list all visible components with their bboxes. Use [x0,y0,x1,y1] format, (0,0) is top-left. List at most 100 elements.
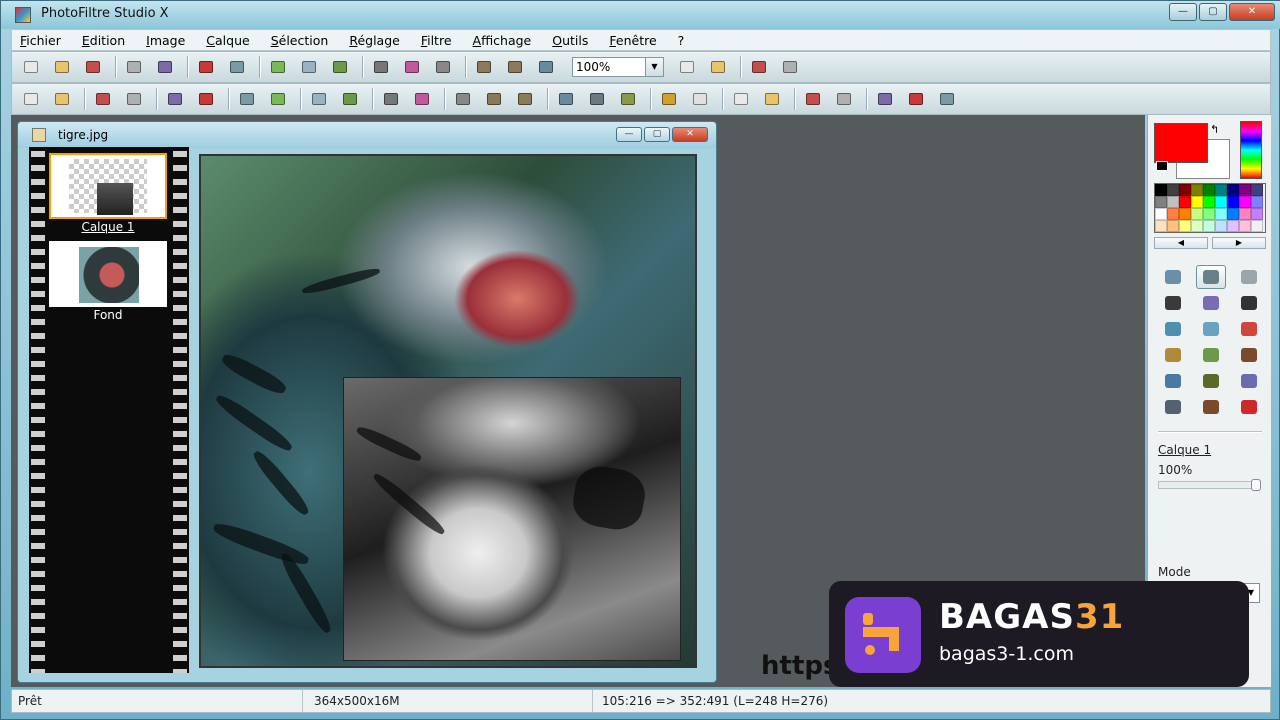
chevron-down-icon[interactable]: ▼ [646,57,664,77]
palette-swatch[interactable] [1191,220,1203,232]
menu-edition[interactable]: Edition [82,33,125,48]
magic-wand-icon[interactable] [1196,291,1226,315]
resize-icon[interactable] [432,57,454,77]
palette-left-button[interactable]: ◀ [1154,237,1208,249]
palette-swatch[interactable] [1155,208,1167,220]
layer-properties-link[interactable]: Calque 1 [1158,443,1211,457]
opacity-slider[interactable] [1158,479,1261,491]
flip-h-icon[interactable] [833,89,855,109]
palette-swatch[interactable] [1251,196,1263,208]
palette-swatch[interactable] [1167,196,1179,208]
soften-icon[interactable] [658,89,680,109]
paste-icon[interactable] [298,57,320,77]
palette-swatch[interactable] [1155,196,1167,208]
copy-icon[interactable] [267,57,289,77]
menu-filtre[interactable]: Filtre [421,33,452,48]
palette-swatch[interactable] [1239,196,1251,208]
pattern-icon[interactable] [1158,395,1188,419]
palette-swatch[interactable] [1179,208,1191,220]
palette-right-button[interactable]: ▶ [1212,237,1266,249]
swap-colors-icon[interactable]: ↰ [1210,123,1219,136]
palette-swatch[interactable] [1227,196,1239,208]
save-icon[interactable] [82,57,104,77]
histogram-icon[interactable] [411,89,433,109]
color-adjust-icon[interactable] [761,89,783,109]
opacity-slider-handle[interactable] [1251,479,1261,491]
blur-icon[interactable] [586,89,608,109]
flip-v-icon[interactable] [874,89,896,109]
palette-swatch[interactable] [1191,208,1203,220]
lasso-icon[interactable] [1234,265,1264,289]
photo-icon[interactable] [1196,395,1226,419]
palette-swatch[interactable] [1215,208,1227,220]
eraser-icon[interactable] [1234,317,1264,341]
sepia-icon[interactable] [483,89,505,109]
emboss-icon[interactable] [555,89,577,109]
palette-swatch[interactable] [1179,184,1191,196]
palette-swatch[interactable] [1179,196,1191,208]
palette-swatch[interactable] [1239,208,1251,220]
menu-reglage[interactable]: Réglage [349,33,400,48]
fill-bucket-icon[interactable] [1158,317,1188,341]
select-arrow-icon[interactable] [1158,265,1188,289]
palette-swatch[interactable] [1155,220,1167,232]
open-file-icon[interactable] [51,57,73,77]
color-spectrum[interactable] [1240,121,1262,179]
brightness-down-icon[interactable] [92,89,114,109]
rainbow-icon[interactable] [730,89,752,109]
redo-icon[interactable] [226,57,248,77]
layer-selection-calque-1[interactable] [343,377,681,661]
spray-icon[interactable] [1196,317,1226,341]
menu-outils[interactable]: Outils [552,33,588,48]
smudge-icon[interactable] [1196,369,1226,393]
gradient-icon[interactable] [1234,369,1264,393]
menu-selection[interactable]: Sélection [271,33,329,48]
document-title-bar[interactable]: tigre.jpg — ▢ ✕ [18,122,716,148]
frame-icon[interactable] [779,57,801,77]
contrast-up-icon[interactable] [195,89,217,109]
default-colors-icon[interactable] [1156,161,1168,171]
palette-swatch[interactable] [1227,184,1239,196]
saturation-down-icon[interactable] [236,89,258,109]
maximize-button[interactable]: ▢ [1199,3,1227,21]
palette-swatch[interactable] [1203,196,1215,208]
auto-levels-icon[interactable] [20,89,42,109]
palette-swatch[interactable] [1227,220,1239,232]
palette-swatch[interactable] [1251,220,1263,232]
menu-calque[interactable]: Calque [206,33,249,48]
canvas-size-icon[interactable] [504,57,526,77]
palette-swatch[interactable] [1167,208,1179,220]
palette-swatch[interactable] [1215,196,1227,208]
palette-swatch[interactable] [1215,184,1227,196]
layer-item-calque-1[interactable]: Calque 1 [49,153,167,234]
transform-icon[interactable] [707,57,729,77]
strawberry-icon[interactable] [1234,395,1264,419]
palette-swatch[interactable] [1191,196,1203,208]
palette-swatch[interactable] [1203,220,1215,232]
negative-icon[interactable] [514,89,536,109]
doc-minimize-button[interactable]: — [616,127,642,142]
contrast-down-icon[interactable] [164,89,186,109]
text-icon[interactable] [676,57,698,77]
print-icon[interactable] [123,57,145,77]
undo-icon[interactable] [195,57,217,77]
gamma-down-icon[interactable] [308,89,330,109]
palette-swatch[interactable] [1167,184,1179,196]
zoom-input[interactable]: 100% [572,57,646,77]
palette-swatch[interactable] [1167,220,1179,232]
doc-maximize-button[interactable]: ▢ [644,127,670,142]
palette-swatch[interactable] [1239,220,1251,232]
sharpen-icon[interactable] [617,89,639,109]
menu-help[interactable]: ? [678,33,685,48]
palette-swatch[interactable] [1251,184,1263,196]
auto-contrast-icon[interactable] [51,89,73,109]
rotate-right-icon[interactable] [936,89,958,109]
palette-swatch[interactable] [1179,220,1191,232]
palette-swatch[interactable] [1203,184,1215,196]
pencil-icon[interactable] [1196,343,1226,367]
noise-icon[interactable] [689,89,711,109]
stamp-icon[interactable] [1234,343,1264,367]
palette-swatch[interactable] [1155,184,1167,196]
palette-swatch[interactable] [1227,208,1239,220]
saturation-up-icon[interactable] [267,89,289,109]
